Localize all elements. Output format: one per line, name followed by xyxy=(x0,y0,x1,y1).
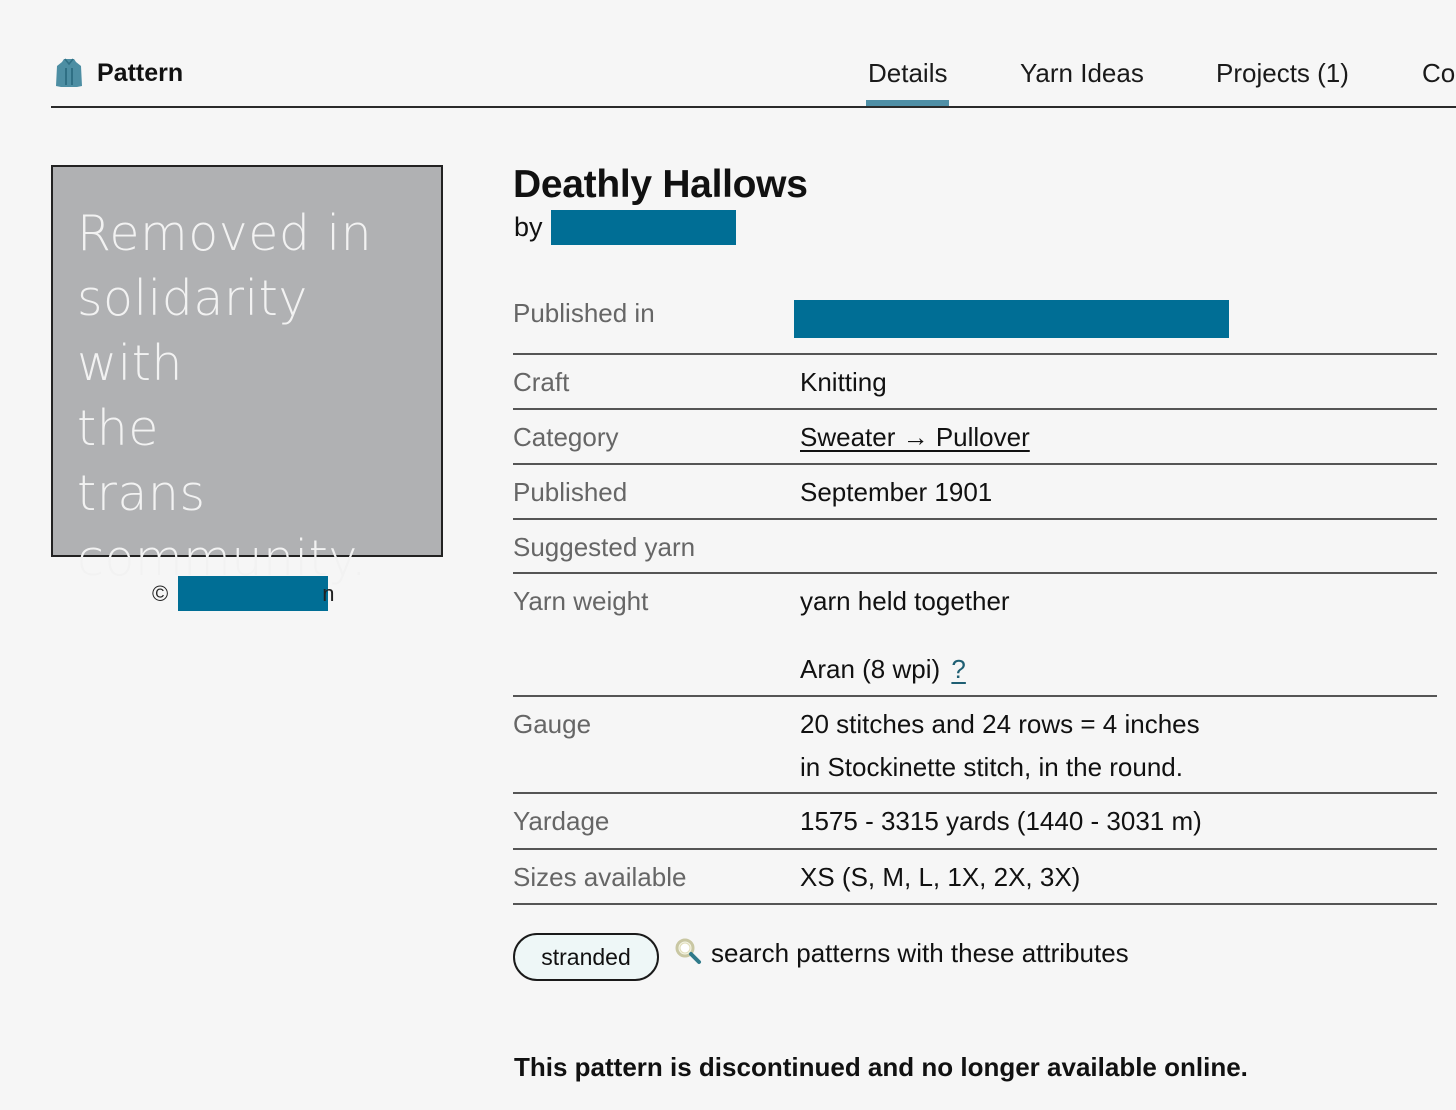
copyright-symbol: © xyxy=(152,580,169,606)
redacted-photographer xyxy=(178,576,329,611)
detail-label: Yardage xyxy=(513,806,610,836)
search-attributes-label: search patterns with these attributes xyxy=(711,937,1129,968)
detail-value: Knitting xyxy=(800,367,887,397)
detail-row-craft: Craft Knitting xyxy=(513,355,1437,410)
photo-notice-line: the xyxy=(77,400,159,457)
detail-label: Suggested yarn xyxy=(513,532,696,562)
detail-row-category: Category Sweater → Pullover xyxy=(513,410,1437,465)
photo-notice-line: solidarity with xyxy=(77,270,308,392)
discontinued-notice: This pattern is discontinued and no long… xyxy=(514,1052,1248,1082)
pattern-photo[interactable]: Removed in solidarity with the trans com… xyxy=(51,165,443,587)
detail-row-yarn-weight: Yarn weight yarn held together Aran (8 w… xyxy=(513,574,1437,697)
detail-value: 20 stitches and 24 rows = 4 inches xyxy=(800,709,1200,739)
detail-label: Yarn weight xyxy=(513,586,649,616)
detail-label: Published in xyxy=(513,298,655,328)
detail-row-gauge: Gauge 20 stitches and 24 rows = 4 inches… xyxy=(513,697,1437,794)
photo-credit: © n xyxy=(152,576,334,611)
detail-value: 1575 - 3315 yards (1440 - 3031 m) xyxy=(800,806,1202,836)
yarn-weight-help-link[interactable]: ? xyxy=(951,654,965,684)
yarn-weight-value: Aran (8 wpi) ? xyxy=(800,654,966,685)
pattern-details-table: Published in Craft Knitting Category Swe… xyxy=(513,286,1437,905)
detail-label: Category xyxy=(513,422,619,452)
redacted-designer-link[interactable] xyxy=(550,210,736,245)
attribute-tag[interactable]: stranded xyxy=(513,933,659,981)
detail-label: Craft xyxy=(513,367,570,397)
detail-value: yarn held together xyxy=(800,586,1010,616)
photo-notice-line: Removed in xyxy=(77,205,373,262)
detail-label: Gauge xyxy=(513,709,592,739)
credit-tail-text: n xyxy=(322,580,335,606)
magnifier-icon xyxy=(673,936,703,971)
detail-value: September 1901 xyxy=(800,477,993,507)
by-label: by xyxy=(514,212,543,242)
photo-notice-line: trans xyxy=(77,465,206,522)
detail-label: Published xyxy=(513,477,628,507)
tab-bar: Details Yarn Ideas Projects (1) Co xyxy=(51,56,1456,106)
detail-value: XS (S, M, L, 1X, 2X, 3X) xyxy=(800,862,1081,892)
yarn-weight-text: Aran (8 wpi) xyxy=(800,654,941,684)
designer-byline: by xyxy=(514,210,736,245)
detail-row-suggested-yarn: Suggested yarn xyxy=(513,520,1437,574)
detail-row-published: Published September 1901 xyxy=(513,465,1437,520)
detail-label: Sizes available xyxy=(513,862,687,892)
photo-removed-notice: Removed in solidarity with the trans com… xyxy=(77,201,427,591)
detail-row-published-in: Published in xyxy=(513,286,1437,355)
pattern-title: Deathly Hallows xyxy=(513,163,808,206)
pattern-attributes: stranded search patterns with these attr… xyxy=(513,933,1129,981)
search-attributes-link[interactable]: search patterns with these attributes xyxy=(673,936,1129,971)
detail-row-sizes: Sizes available XS (S, M, L, 1X, 2X, 3X) xyxy=(513,850,1437,905)
detail-row-yardage: Yardage 1575 - 3315 yards (1440 - 3031 m… xyxy=(513,794,1437,850)
category-link[interactable]: Sweater → Pullover xyxy=(800,422,1030,453)
redacted-publication-link[interactable] xyxy=(794,300,1229,338)
tab-projects[interactable]: Projects (1) xyxy=(1214,56,1351,104)
page-header: Pattern Details Yarn Ideas Projects (1) … xyxy=(51,0,1456,108)
tab-yarn-ideas[interactable]: Yarn Ideas xyxy=(1018,56,1146,104)
detail-value: in Stockinette stitch, in the round. xyxy=(800,752,1183,782)
tab-comments[interactable]: Co xyxy=(1420,56,1456,104)
tab-details[interactable]: Details xyxy=(866,56,950,106)
